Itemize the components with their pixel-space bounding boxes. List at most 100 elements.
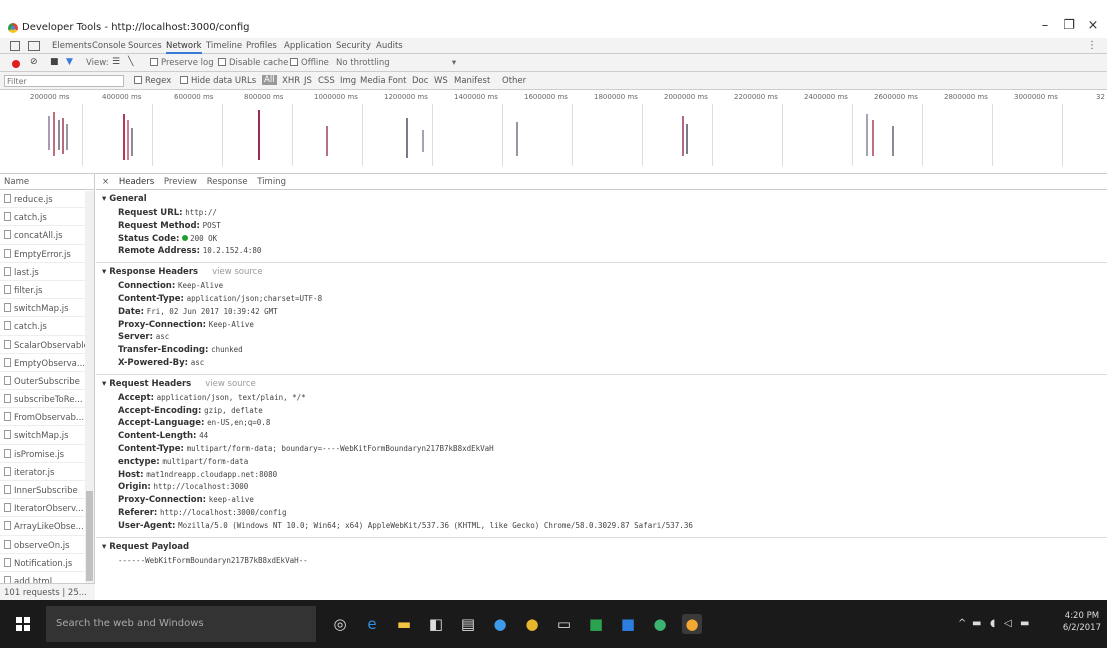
request-list-item[interactable]: switchMap.js: [0, 299, 94, 318]
filter-input[interactable]: [4, 75, 124, 87]
battery-icon[interactable]: ◖: [990, 618, 995, 629]
maximize-button[interactable]: ❐: [1056, 17, 1082, 35]
request-list-scrollbar[interactable]: [85, 191, 94, 584]
tab-profiles[interactable]: Profiles: [246, 41, 277, 51]
request-list-item[interactable]: concatAll.js: [0, 226, 94, 245]
excel-icon[interactable]: ■: [586, 614, 606, 634]
windows-start-icon[interactable]: [16, 617, 30, 631]
request-list-item[interactable]: last.js: [0, 263, 94, 281]
type-filter-media[interactable]: Media: [360, 76, 386, 86]
type-filter-ws[interactable]: WS: [434, 76, 448, 86]
action-center-icon[interactable]: ▬: [1020, 618, 1029, 629]
task-view-icon[interactable]: ◎: [330, 614, 350, 634]
app-icon[interactable]: ▤: [458, 614, 478, 634]
type-filter-doc[interactable]: Doc: [412, 76, 428, 86]
tab-elements[interactable]: Elements: [52, 41, 92, 51]
app-icon-blue[interactable]: ■: [618, 614, 638, 634]
request-list-item[interactable]: EmptyError.js: [0, 245, 94, 263]
type-filter-all[interactable]: All: [262, 75, 277, 85]
request-list-item[interactable]: ScalarObservable: [0, 336, 94, 354]
network-toolbar: ⊘ ■ ▼ View: ☰ ╲ Preserve log Disable cac…: [0, 54, 1107, 72]
chrome-devtools-taskbar-icon[interactable]: ●: [682, 614, 702, 634]
request-list-item[interactable]: FromObservab...: [0, 408, 94, 427]
header-row: Accept-Encoding: gzip, deflate: [102, 405, 1107, 418]
general-header[interactable]: ▾ General: [102, 194, 1107, 204]
request-list-item[interactable]: isPromise.js: [0, 445, 94, 463]
app-icon-green[interactable]: ●: [650, 614, 670, 634]
offline-checkbox[interactable]: Offline: [290, 58, 329, 68]
view-source-link[interactable]: view source: [212, 267, 263, 277]
terminal-icon[interactable]: ▭: [554, 614, 574, 634]
request-list-item[interactable]: subscribeToRe...: [0, 390, 94, 409]
tab-audits[interactable]: Audits: [376, 41, 403, 51]
inspect-icon[interactable]: [10, 41, 20, 51]
tab-console[interactable]: Console: [92, 41, 126, 51]
request-list-item[interactable]: InnerSubscribe: [0, 481, 94, 500]
request-list-item[interactable]: reduce.js: [0, 190, 94, 209]
type-filter-other[interactable]: Other: [502, 76, 526, 86]
request-payload-header[interactable]: ▾ Request Payload: [102, 542, 1107, 552]
file-explorer-icon[interactable]: ▬: [394, 614, 414, 634]
type-filter-css[interactable]: CSS: [318, 76, 335, 86]
request-list-item[interactable]: observeOn.js: [0, 536, 94, 554]
device-toolbar-icon[interactable]: [28, 41, 40, 51]
store-icon[interactable]: ◧: [426, 614, 446, 634]
filter-icon[interactable]: ▼: [66, 57, 73, 67]
throttling-select[interactable]: No throttling ▾: [336, 58, 456, 68]
tab-preview[interactable]: Preview: [164, 177, 197, 187]
request-list-item[interactable]: catch.js: [0, 317, 94, 336]
scrollbar-thumb[interactable]: [86, 491, 93, 581]
taskbar-clock[interactable]: 4:20 PM 6/2/2017: [1063, 610, 1101, 634]
request-list-item[interactable]: catch.js: [0, 208, 94, 227]
network-icon[interactable]: ▬: [972, 618, 981, 629]
request-bar: [258, 110, 260, 160]
request-list-item[interactable]: Notification.js: [0, 554, 94, 572]
type-filter-img[interactable]: Img: [340, 76, 356, 86]
taskbar-search[interactable]: Search the web and Windows: [46, 606, 316, 642]
tab-security[interactable]: Security: [336, 41, 371, 51]
tab-headers[interactable]: Headers: [119, 177, 154, 187]
request-list-item[interactable]: filter.js: [0, 281, 94, 300]
record-button[interactable]: [12, 60, 20, 68]
type-filter-manifest[interactable]: Manifest: [454, 76, 490, 86]
more-menu-icon[interactable]: ⋮: [1087, 40, 1097, 51]
overview-icon[interactable]: ╲: [128, 57, 133, 67]
preserve-log-checkbox[interactable]: Preserve log: [150, 58, 214, 68]
show-hidden-icons[interactable]: ^: [958, 618, 966, 629]
tab-timing[interactable]: Timing: [257, 177, 286, 187]
request-headers-header[interactable]: ▾ Request Headers view source: [102, 379, 1107, 389]
name-column-header[interactable]: Name: [0, 174, 94, 190]
clear-icon[interactable]: ⊘: [30, 57, 38, 67]
tab-sources[interactable]: Sources: [128, 41, 162, 51]
response-headers-header[interactable]: ▾ Response Headers view source: [102, 267, 1107, 277]
type-filter-xhr[interactable]: XHR: [282, 76, 300, 86]
type-filter-js[interactable]: JS: [304, 76, 312, 86]
disable-cache-checkbox[interactable]: Disable cache: [218, 58, 288, 68]
hide-data-urls-checkbox[interactable]: Hide data URLs: [180, 76, 256, 86]
close-details-icon[interactable]: ×: [102, 177, 109, 187]
regex-checkbox[interactable]: Regex: [134, 76, 171, 86]
edge-icon[interactable]: e: [362, 614, 382, 634]
request-list-item[interactable]: iterator.js: [0, 463, 94, 481]
volume-icon[interactable]: ◁: [1004, 618, 1012, 629]
tab-network[interactable]: Network: [166, 41, 202, 54]
tab-timeline[interactable]: Timeline: [206, 41, 242, 51]
close-button[interactable]: ×: [1080, 17, 1106, 35]
request-list-item[interactable]: OuterSubscribe: [0, 372, 94, 391]
overview-tick: 2600000 ms: [874, 93, 918, 101]
request-list-item[interactable]: ArrayLikeObse...: [0, 517, 94, 536]
tab-response[interactable]: Response: [207, 177, 248, 187]
type-filter-font[interactable]: Font: [388, 76, 407, 86]
minimize-button[interactable]: –: [1032, 17, 1058, 35]
large-rows-icon[interactable]: ☰: [112, 57, 120, 67]
view-source-link[interactable]: view source: [205, 379, 256, 389]
grid-line: [852, 104, 853, 166]
network-overview[interactable]: 200000 ms 400000 ms 600000 ms 800000 ms …: [0, 90, 1107, 174]
request-list-item[interactable]: EmptyObserva...: [0, 354, 94, 372]
chrome-taskbar-icon[interactable]: ●: [522, 614, 542, 634]
skype-icon[interactable]: ●: [490, 614, 510, 634]
tab-application[interactable]: Application: [284, 41, 332, 51]
capture-screenshots-icon[interactable]: ■: [50, 57, 59, 67]
request-list-item[interactable]: switchMap.js: [0, 426, 94, 445]
request-list-item[interactable]: IteratorObserv...: [0, 499, 94, 518]
